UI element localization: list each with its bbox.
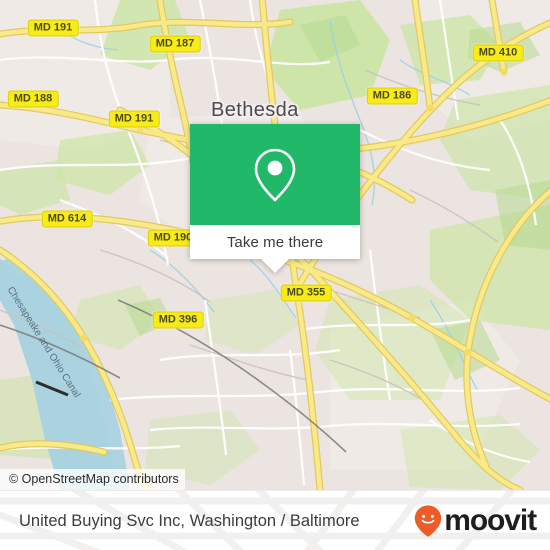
- location-callout[interactable]: Take me there: [190, 124, 360, 273]
- highway-shield[interactable]: MD 187: [149, 35, 201, 53]
- footer-bar: United Buying Svc Inc, Washington / Balt…: [0, 490, 550, 550]
- highway-shield[interactable]: MD 410: [472, 44, 524, 62]
- map-pin-icon: [254, 148, 296, 201]
- moovit-wordmark: moovit: [444, 504, 537, 537]
- callout-image-panel: [190, 124, 360, 225]
- place-title: United Buying Svc Inc, Washington / Balt…: [19, 511, 360, 530]
- moovit-location-card: Bethesda Chesapeake and Ohio Canal MD 19…: [0, 0, 550, 550]
- highway-shield[interactable]: MD 614: [41, 210, 93, 228]
- highway-shield[interactable]: MD 396: [152, 311, 204, 329]
- moovit-logo[interactable]: moovit: [413, 504, 537, 538]
- take-me-there-button[interactable]: Take me there: [190, 225, 360, 259]
- map-canvas[interactable]: Bethesda Chesapeake and Ohio Canal MD 19…: [0, 0, 550, 490]
- osm-attribution[interactable]: © OpenStreetMap contributors: [0, 469, 185, 490]
- highway-shield[interactable]: MD 191: [108, 110, 160, 128]
- highway-shield[interactable]: MD 186: [366, 87, 418, 105]
- moovit-smiley-pin-icon: [415, 505, 442, 537]
- highway-shield[interactable]: MD 355: [280, 284, 332, 302]
- highway-shield[interactable]: MD 188: [7, 90, 59, 108]
- callout-tail: [261, 259, 289, 273]
- take-me-there-label: Take me there: [226, 233, 324, 251]
- highway-shield[interactable]: MD 191: [27, 19, 79, 37]
